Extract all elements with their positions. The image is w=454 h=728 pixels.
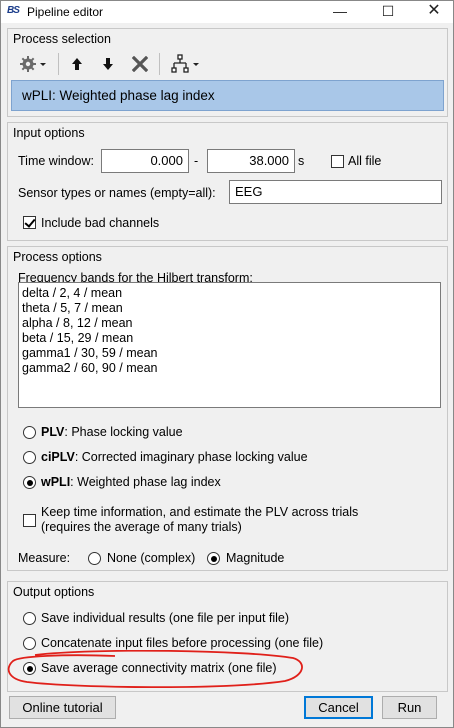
close-icon[interactable]: ✕ (411, 1, 454, 23)
process-selection-group: Process selection wPLI: Weighted phase l… (7, 28, 448, 117)
maximize-icon[interactable]: ☐ (365, 1, 411, 23)
pipeline-menu-button[interactable] (168, 51, 206, 77)
keep-time-label-line2: (requires the average of many trials) (41, 520, 242, 534)
process-toolbar (10, 49, 210, 79)
time-window-label: Time window: (18, 154, 94, 168)
concatenate-inputs-label: Concatenate input files before processin… (41, 636, 324, 650)
cancel-button[interactable]: Cancel (304, 696, 373, 719)
minimize-icon[interactable]: — (317, 1, 363, 23)
include-bad-channels-checkbox[interactable] (23, 216, 36, 229)
pipeline-tree-icon (171, 54, 199, 73)
include-bad-channels-label: Include bad channels (41, 216, 160, 230)
process-selection-title: Process selection (13, 32, 111, 46)
plv-label: PLV: Phase locking value (41, 425, 183, 439)
plv-radio[interactable] (23, 426, 36, 439)
input-options-title: Input options (13, 126, 85, 140)
all-file-label: All file (348, 154, 382, 168)
freq-band-line: alpha / 8, 12 / mean (22, 316, 133, 330)
save-average-label: Save average connectivity matrix (one fi… (41, 661, 277, 675)
arrow-up-icon (72, 58, 82, 70)
freq-band-line: gamma2 / 60, 90 / mean (22, 361, 158, 375)
toolbar-separator (159, 53, 160, 75)
save-average-radio[interactable] (23, 662, 36, 675)
title-bar: BS Pipeline editor — ☐ ✕ (1, 1, 453, 23)
time-start-field[interactable]: 0.000 (101, 149, 189, 173)
time-unit-label: s (298, 154, 305, 168)
delete-x-icon (132, 56, 148, 72)
save-individual-label: Save individual results (one file per in… (41, 611, 290, 625)
input-options-group: Input options Time window: 0.000 - 38.00… (7, 122, 448, 241)
gear-menu-button[interactable] (16, 51, 52, 77)
measure-label: Measure: (18, 551, 71, 565)
move-up-button[interactable] (66, 51, 88, 77)
delete-process-button[interactable] (128, 51, 152, 77)
all-file-checkbox[interactable] (331, 155, 344, 168)
output-options-title: Output options (13, 585, 95, 599)
run-button[interactable]: Run (382, 696, 437, 719)
brainstorm-app-icon: BS (7, 5, 20, 16)
save-individual-radio[interactable] (23, 612, 36, 625)
freq-band-line: theta / 5, 7 / mean (22, 301, 123, 315)
process-options-group: Process options Frequency bands for the … (7, 246, 448, 571)
concatenate-inputs-radio[interactable] (23, 637, 36, 650)
wpli-radio[interactable] (23, 476, 36, 489)
ciplv-label: ciPLV: Corrected imaginary phase locking… (41, 450, 308, 464)
pipeline-editor-window: BS Pipeline editor — ☐ ✕ Process selecti… (0, 0, 454, 728)
measure-magnitude-radio[interactable] (207, 552, 220, 565)
measure-none-radio[interactable] (88, 552, 101, 565)
time-end-field[interactable]: 38.000 (207, 149, 295, 173)
frequency-bands-textarea[interactable]: delta / 2, 4 / mean theta / 5, 7 / mean … (18, 282, 441, 408)
measure-magnitude-label: Magnitude (226, 551, 285, 565)
sensor-types-label: Sensor types or names (empty=all): (18, 186, 216, 200)
measure-none-label: None (complex) (107, 551, 196, 565)
selected-process-item[interactable]: wPLI: Weighted phase lag index (11, 80, 444, 111)
toolbar-separator (58, 53, 59, 75)
window-title: Pipeline editor (27, 5, 104, 19)
time-range-dash: - (194, 154, 199, 168)
keep-time-label-line1: Keep time information, and estimate the … (41, 505, 359, 519)
wpli-label: wPLI: Weighted phase lag index (41, 475, 221, 489)
output-options-group: Output options Save individual results (… (7, 581, 448, 692)
process-options-title: Process options (13, 250, 102, 264)
ciplv-radio[interactable] (23, 451, 36, 464)
freq-band-line: delta / 2, 4 / mean (22, 286, 123, 300)
move-down-button[interactable] (97, 51, 119, 77)
keep-time-checkbox[interactable] (23, 514, 36, 527)
freq-band-line: beta / 15, 29 / mean (22, 331, 134, 345)
freq-band-line: gamma1 / 30, 59 / mean (22, 346, 158, 360)
online-tutorial-button[interactable]: Online tutorial (9, 696, 116, 719)
sensor-types-input[interactable]: EEG (229, 180, 442, 204)
arrow-down-icon (103, 58, 113, 70)
gear-icon (20, 56, 46, 72)
